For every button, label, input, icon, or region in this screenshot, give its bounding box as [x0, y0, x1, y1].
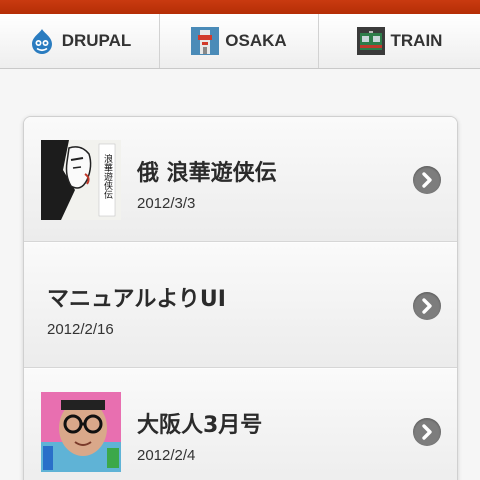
item-date: 2012/3/3	[137, 195, 196, 212]
tab-train[interactable]: TRAIN	[319, 14, 480, 68]
article-list: 浪華遊侠伝 俄 浪華遊侠伝 2012/3/3 マニュアルよりUI 2012/2/…	[23, 116, 458, 480]
manga-cover-thumbnail: 浪華遊侠伝	[41, 140, 121, 220]
tab-osaka-label: OSAKA	[225, 31, 287, 50]
chevron-right-icon[interactable]	[413, 418, 441, 446]
chevron-right-icon[interactable]	[413, 292, 441, 320]
item-date: 2012/2/4	[137, 447, 196, 464]
drupal-logo-icon	[28, 27, 56, 55]
item-title: 大阪人3月号	[137, 413, 263, 438]
tab-drupal-label: DRUPAL	[61, 31, 132, 50]
chevron-right-icon[interactable]	[413, 166, 441, 194]
item-title: 俄 浪華遊侠伝	[137, 161, 277, 186]
tab-bar: DRUPAL OSAKA TRAIN	[0, 14, 480, 69]
osaka-tower-icon	[191, 27, 220, 55]
manga-cover-title: 浪華遊侠伝	[102, 153, 113, 200]
item-title: マニュアルよりUI	[47, 287, 226, 312]
item-date: 2012/2/16	[47, 321, 114, 338]
top-status-bar	[0, 0, 480, 14]
list-item[interactable]: 浪華遊侠伝 俄 浪華遊侠伝 2012/3/3	[24, 117, 457, 242]
list-item[interactable]: マニュアルよりUI 2012/2/16	[24, 243, 457, 368]
list-item[interactable]: 大阪人3月号 2012/2/4	[24, 369, 457, 480]
tab-osaka[interactable]: OSAKA	[160, 14, 319, 68]
tab-train-label: TRAIN	[390, 31, 443, 50]
tab-drupal[interactable]: DRUPAL	[0, 14, 160, 68]
magazine-cover-thumbnail	[41, 392, 121, 472]
train-icon	[356, 27, 385, 55]
